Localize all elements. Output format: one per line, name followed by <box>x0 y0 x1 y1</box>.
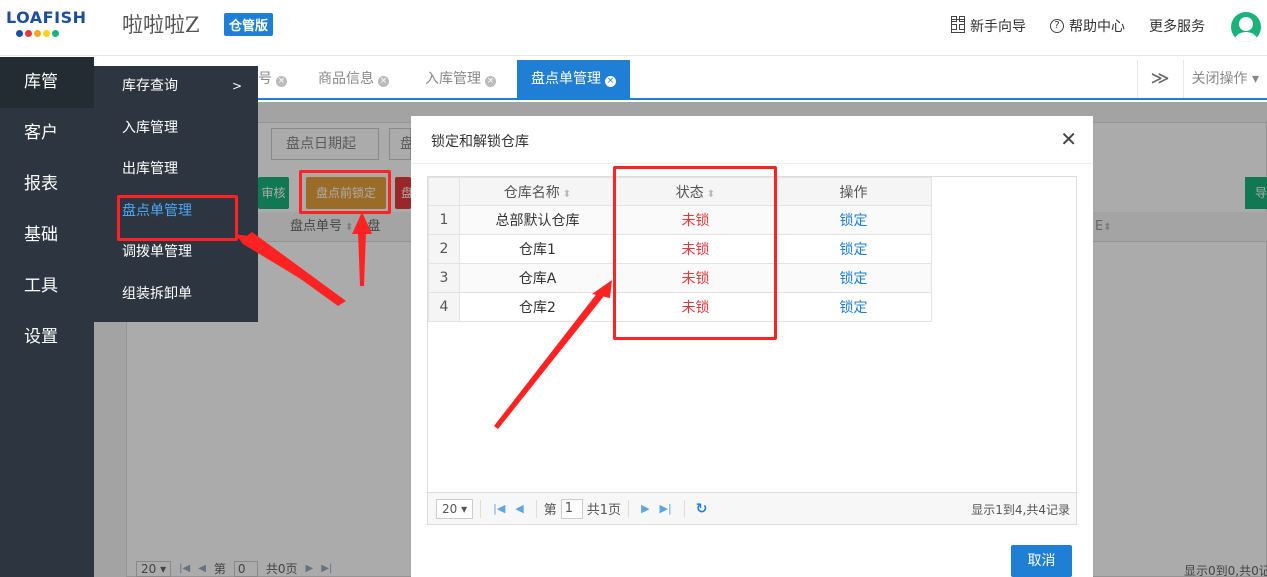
more-services-link[interactable]: 更多服务 <box>951 16 1205 36</box>
sidebar-item-settings[interactable]: 设置 <box>0 312 94 363</box>
submenu-item-inbound[interactable]: 入库管理 <box>94 108 258 150</box>
column-header-action: 操作 <box>775 177 932 206</box>
warehouse-name: 仓库A <box>459 263 616 293</box>
logo-dot <box>25 30 32 37</box>
first-page-icon[interactable]: |◀ <box>493 502 505 515</box>
submenu-item-stock-query[interactable]: 库存查询 > <box>94 66 258 108</box>
guide-label: 新手向导 <box>970 19 1026 35</box>
warehouse-name: 仓库1 <box>459 234 616 264</box>
sort-icon: ⬍ <box>562 188 572 200</box>
lock-link[interactable]: 锁定 <box>775 263 932 293</box>
modal-pager: 20 ▾ |◀ ◀ 第 1 共1页 ▶ ▶| ↻ 显示1到4,共4记录 <box>428 492 1076 524</box>
chevron-right-icon: > <box>231 79 242 93</box>
warehouse-name: 总部默认仓库 <box>459 205 616 235</box>
row-number: 2 <box>428 234 460 264</box>
close-ops-dropdown[interactable]: 关闭操作 ▾ <box>1182 60 1267 98</box>
page-input[interactable]: 1 <box>560 498 583 519</box>
lock-link[interactable]: 锁定 <box>775 205 932 235</box>
pager-info: 显示1到4,共4记录 <box>971 503 1070 517</box>
tab-label: 商品信息 <box>318 71 374 87</box>
lock-link[interactable]: 锁定 <box>775 234 932 264</box>
top-nav: 新手向导 ? 帮助中心 更多服务 <box>951 16 1205 36</box>
tab-controls: ≫ 关闭操作 ▾ <box>1136 60 1267 98</box>
sidebar-item-tools[interactable]: 工具 <box>0 261 94 312</box>
tab-partial[interactable]: 号 × <box>258 60 287 98</box>
submenu-label: 库存查询 <box>122 78 178 94</box>
main-sidebar: 库管 客户 报表 基础 工具 设置 <box>0 57 94 577</box>
tab-inbound[interactable]: 入库管理 × <box>425 60 496 98</box>
tab-label: 号 <box>258 71 272 87</box>
column-header-index <box>428 177 460 206</box>
close-icon[interactable]: × <box>378 76 389 87</box>
sidebar-item-customer[interactable]: 客户 <box>0 108 94 159</box>
help-icon: ? <box>1050 19 1064 33</box>
column-label: 操作 <box>839 184 868 201</box>
inventory-submenu: 库存查询 > 入库管理 出库管理 盘点单管理 调拨单管理 组装拆卸单 <box>94 66 258 322</box>
page-size-select[interactable]: 20 ▾ <box>436 498 474 519</box>
warehouse-name: 仓库2 <box>459 292 616 322</box>
modal-title: 锁定和解锁仓库 <box>431 134 529 150</box>
close-ops-label: 关闭操作 <box>1191 71 1248 87</box>
refresh-icon[interactable]: ↻ <box>696 501 708 517</box>
column-header-warehouse[interactable]: 仓库名称 ⬍ <box>459 177 616 206</box>
help-label: 帮助中心 <box>1069 19 1125 35</box>
annotation-box-submenu <box>117 195 238 241</box>
logo[interactable]: LOAFISH <box>6 8 86 37</box>
lock-link[interactable]: 锁定 <box>775 292 932 322</box>
annotation-box-status-column <box>613 166 777 340</box>
close-icon[interactable]: × <box>605 76 616 87</box>
column-label: 仓库名称 <box>503 184 560 201</box>
close-icon[interactable]: ✕ <box>1060 128 1077 150</box>
sidebar-item-inventory[interactable]: 库管 <box>0 57 94 108</box>
logo-text: LOAFISH <box>6 8 87 27</box>
tab-stocktake[interactable]: 盘点单管理 × <box>517 60 630 98</box>
logo-dot <box>16 30 23 37</box>
logo-dots <box>6 30 86 37</box>
tab-label: 盘点单管理 <box>531 71 601 87</box>
row-number: 1 <box>428 205 460 235</box>
help-link[interactable]: ? 帮助中心 <box>1050 16 1125 36</box>
row-number: 3 <box>428 263 460 293</box>
more-services-label: 更多服务 <box>1149 19 1205 35</box>
divider <box>683 499 685 518</box>
tab-product-info[interactable]: 商品信息 × <box>318 60 389 98</box>
modal-header: 锁定和解锁仓库 ✕ <box>411 116 1093 164</box>
logo-dot <box>52 30 59 37</box>
tab-label: 入库管理 <box>425 71 481 87</box>
page-label: 第 <box>543 503 557 518</box>
close-icon[interactable]: × <box>485 76 496 87</box>
next-page-icon[interactable]: ▶ <box>641 502 649 515</box>
edition-badge: 仓管版 <box>224 13 274 36</box>
user-avatar[interactable] <box>1231 12 1261 42</box>
divider <box>480 499 482 518</box>
company-name: 啦啦啦Z <box>122 13 200 37</box>
page-size-value: 20 <box>442 501 458 516</box>
sidebar-item-reports[interactable]: 报表 <box>0 159 94 210</box>
submenu-item-assembly[interactable]: 组装拆卸单 <box>94 274 258 316</box>
submenu-item-outbound[interactable]: 出库管理 <box>94 149 258 191</box>
prev-page-icon[interactable]: ◀ <box>515 502 523 515</box>
annotation-box-lock-button <box>299 170 391 214</box>
row-number: 4 <box>428 292 460 322</box>
app-header: LOAFISH 啦啦啦Z 仓管版 新手向导 ? 帮助中心 更多服务 <box>0 0 1267 56</box>
logo-dot <box>34 30 41 37</box>
close-icon[interactable]: × <box>276 76 287 87</box>
page-total: 共1页 <box>586 503 622 518</box>
grid-icon <box>951 16 965 30</box>
divider <box>535 499 537 518</box>
tab-bar: 号 × 商品信息 × 入库管理 × 盘点单管理 × ≫ 关闭操作 ▾ <box>258 60 1267 100</box>
cancel-button[interactable]: 取消 <box>1011 545 1072 577</box>
tabs-next-icon[interactable]: ≫ <box>1136 60 1183 98</box>
last-page-icon[interactable]: ▶| <box>660 502 672 515</box>
logo-dot <box>43 30 50 37</box>
sidebar-item-basic[interactable]: 基础 <box>0 210 94 261</box>
divider <box>628 499 630 518</box>
